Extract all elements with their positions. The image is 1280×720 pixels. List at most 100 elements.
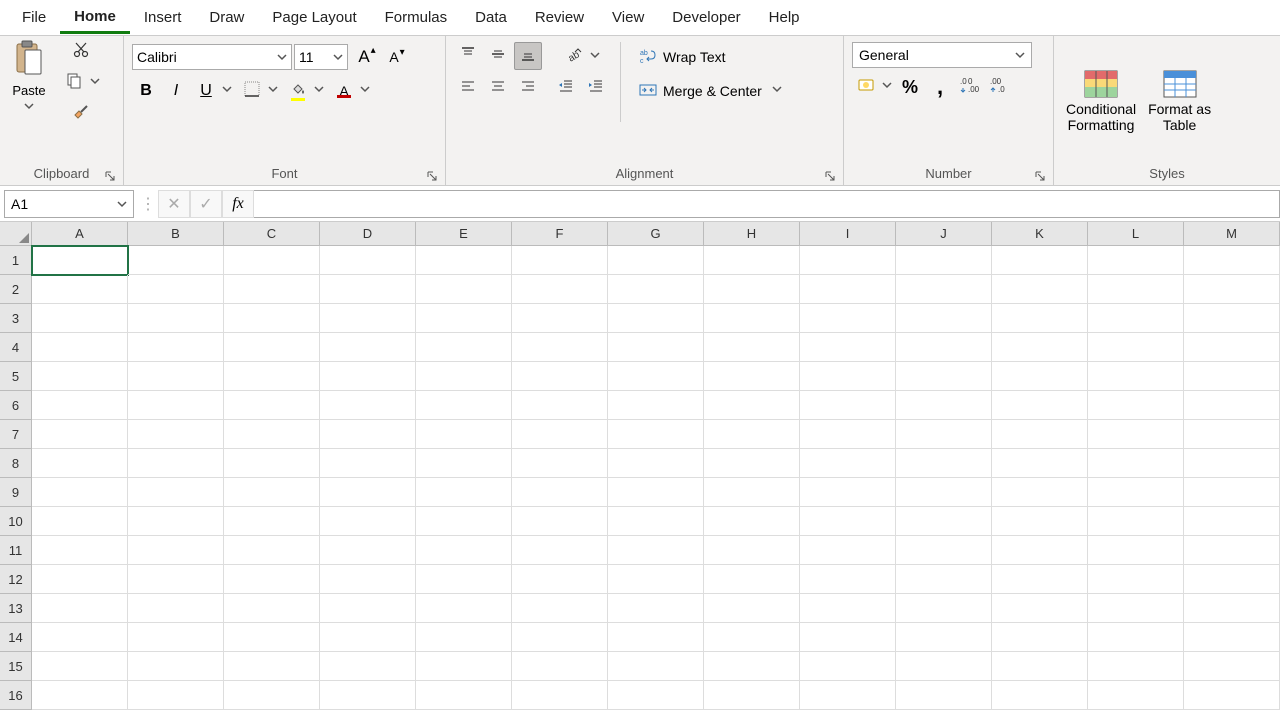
cell[interactable] xyxy=(224,507,320,536)
cell[interactable] xyxy=(608,652,704,681)
cell[interactable] xyxy=(1088,478,1184,507)
cell[interactable] xyxy=(1088,246,1184,275)
cell[interactable] xyxy=(128,333,224,362)
cell[interactable] xyxy=(896,304,992,333)
cell[interactable] xyxy=(800,362,896,391)
cell[interactable] xyxy=(896,681,992,710)
cell[interactable] xyxy=(896,391,992,420)
cell[interactable] xyxy=(704,246,800,275)
conditional-formatting-button[interactable]: Conditional Formatting xyxy=(1060,67,1142,135)
cell[interactable] xyxy=(512,391,608,420)
cell[interactable] xyxy=(1184,652,1280,681)
font-size-combo[interactable]: 11 xyxy=(294,44,348,70)
cell[interactable] xyxy=(1088,304,1184,333)
cell[interactable] xyxy=(1184,362,1280,391)
cell[interactable] xyxy=(512,536,608,565)
comma-button[interactable]: , xyxy=(926,72,954,102)
cell[interactable] xyxy=(32,507,128,536)
cell[interactable] xyxy=(704,304,800,333)
cell[interactable] xyxy=(1088,623,1184,652)
column-header[interactable]: E xyxy=(416,222,512,246)
cell[interactable] xyxy=(128,681,224,710)
cell[interactable] xyxy=(320,420,416,449)
cell[interactable] xyxy=(896,594,992,623)
percent-button[interactable]: % xyxy=(896,72,924,102)
row-header[interactable]: 10 xyxy=(0,507,32,536)
cell[interactable] xyxy=(800,536,896,565)
cell[interactable] xyxy=(320,681,416,710)
number-format-combo[interactable]: General xyxy=(852,42,1032,68)
row-header[interactable]: 14 xyxy=(0,623,32,652)
cell[interactable] xyxy=(992,594,1088,623)
column-header[interactable]: J xyxy=(896,222,992,246)
row-header[interactable]: 12 xyxy=(0,565,32,594)
cell[interactable] xyxy=(800,304,896,333)
cell[interactable] xyxy=(224,536,320,565)
menu-developer[interactable]: Developer xyxy=(658,3,754,32)
menu-home[interactable]: Home xyxy=(60,2,130,34)
cell[interactable] xyxy=(800,246,896,275)
cell[interactable] xyxy=(992,362,1088,391)
format-painter-button[interactable] xyxy=(67,98,95,126)
cell[interactable] xyxy=(416,275,512,304)
cell[interactable] xyxy=(416,333,512,362)
menu-insert[interactable]: Insert xyxy=(130,3,196,32)
cell[interactable] xyxy=(704,333,800,362)
cell[interactable] xyxy=(1088,275,1184,304)
cell[interactable] xyxy=(128,623,224,652)
cell[interactable] xyxy=(1184,478,1280,507)
cell[interactable] xyxy=(416,507,512,536)
cell[interactable] xyxy=(992,507,1088,536)
copy-button[interactable] xyxy=(60,68,88,96)
borders-dropdown[interactable] xyxy=(266,76,280,104)
cell[interactable] xyxy=(224,594,320,623)
cell[interactable] xyxy=(224,681,320,710)
cell[interactable] xyxy=(896,623,992,652)
cell[interactable] xyxy=(992,536,1088,565)
vertical-dots-icon[interactable]: ⋮ xyxy=(140,194,156,214)
cell[interactable] xyxy=(416,362,512,391)
cell[interactable] xyxy=(320,362,416,391)
align-center-button[interactable] xyxy=(484,74,512,102)
cell[interactable] xyxy=(1184,391,1280,420)
cell[interactable] xyxy=(128,275,224,304)
cell[interactable] xyxy=(224,362,320,391)
cell[interactable] xyxy=(800,420,896,449)
cell[interactable] xyxy=(128,449,224,478)
cell[interactable] xyxy=(320,652,416,681)
cell[interactable] xyxy=(512,623,608,652)
cell[interactable] xyxy=(512,304,608,333)
cell[interactable] xyxy=(1088,652,1184,681)
insert-function-button[interactable]: fx xyxy=(222,190,254,218)
cell[interactable] xyxy=(992,565,1088,594)
column-header[interactable]: F xyxy=(512,222,608,246)
cell[interactable] xyxy=(416,652,512,681)
cell[interactable] xyxy=(512,652,608,681)
cell[interactable] xyxy=(992,275,1088,304)
cell[interactable] xyxy=(32,478,128,507)
alignment-launcher[interactable] xyxy=(823,169,837,183)
cell[interactable] xyxy=(416,304,512,333)
menu-view[interactable]: View xyxy=(598,3,658,32)
cell[interactable] xyxy=(608,304,704,333)
italic-button[interactable]: I xyxy=(162,76,190,106)
cell[interactable] xyxy=(32,391,128,420)
cell[interactable] xyxy=(1184,536,1280,565)
cell[interactable] xyxy=(896,652,992,681)
cell[interactable] xyxy=(512,478,608,507)
row-header[interactable]: 3 xyxy=(0,304,32,333)
cell[interactable] xyxy=(224,391,320,420)
cell[interactable] xyxy=(704,391,800,420)
cell[interactable] xyxy=(128,304,224,333)
cell[interactable] xyxy=(512,246,608,275)
font-color-button[interactable]: A xyxy=(330,76,358,106)
cell[interactable] xyxy=(416,594,512,623)
column-header[interactable]: H xyxy=(704,222,800,246)
cell[interactable] xyxy=(800,275,896,304)
cell[interactable] xyxy=(800,391,896,420)
cell[interactable] xyxy=(224,304,320,333)
cell[interactable] xyxy=(704,478,800,507)
menu-draw[interactable]: Draw xyxy=(195,3,258,32)
cell[interactable] xyxy=(224,246,320,275)
cell[interactable] xyxy=(1184,420,1280,449)
